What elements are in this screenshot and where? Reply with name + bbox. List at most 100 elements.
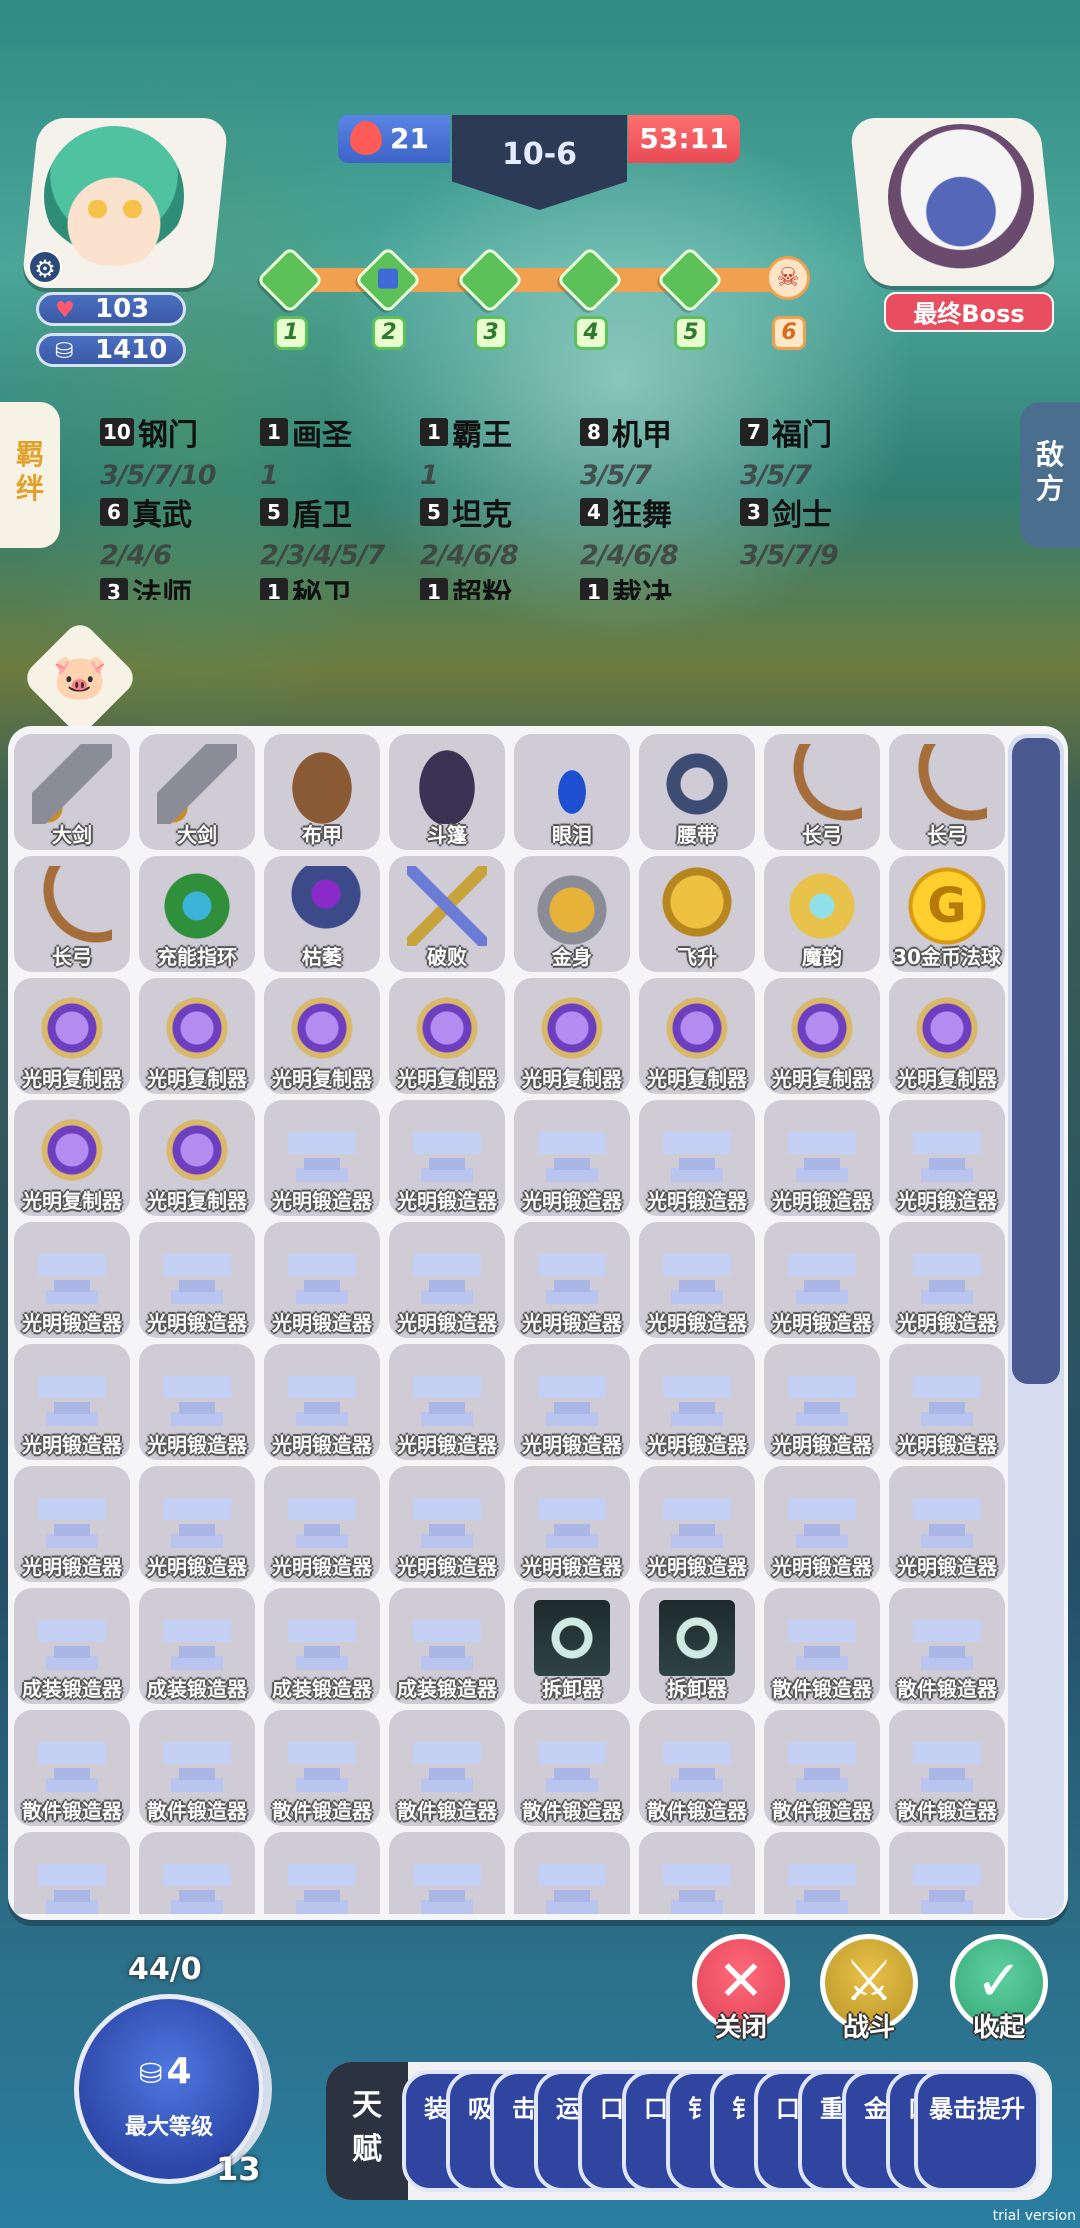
inventory-slot[interactable]: 成装锻造器 — [14, 1588, 130, 1704]
inventory-slot[interactable]: 散件锻造器 — [639, 1710, 755, 1826]
tab-synergy[interactable]: 羁绊 — [0, 402, 60, 548]
inventory-slot[interactable]: 光明锻造器 — [139, 1222, 255, 1338]
inventory-slot[interactable]: 光明锻造器 — [889, 1222, 1005, 1338]
inventory-slot[interactable]: 布甲 — [264, 734, 380, 850]
inventory-slot[interactable]: 光明锻造器 — [14, 1222, 130, 1338]
talent-card-crit-boost[interactable]: 暴击提升 — [914, 2070, 1040, 2192]
inventory-slot[interactable]: 光明锻造器 — [639, 1100, 755, 1216]
inventory-slot[interactable]: 散件锻造器 — [14, 1832, 130, 1914]
inventory-slot[interactable]: 大剑 — [139, 734, 255, 850]
inventory-slot[interactable]: 光明复制器 — [139, 978, 255, 1094]
inventory-slot[interactable]: 光明锻造器 — [639, 1344, 755, 1460]
tab-enemy[interactable]: 敌方 — [1020, 402, 1080, 548]
inventory-slot[interactable]: 散件锻造器 — [639, 1832, 755, 1914]
inventory-slot[interactable]: 光明锻造器 — [764, 1344, 880, 1460]
boss-portrait[interactable] — [849, 118, 1057, 293]
inventory-slot[interactable]: 眼泪 — [514, 734, 630, 850]
synergy-item[interactable]: 6 真武 2/4/6 — [100, 490, 270, 571]
inventory-slot[interactable]: 充能指环 — [139, 856, 255, 972]
inventory-slot[interactable]: 腰带 — [639, 734, 755, 850]
inventory-slot[interactable]: 金身 — [514, 856, 630, 972]
inventory-slot[interactable]: G 30金币法球 — [889, 856, 1005, 972]
inventory-slot[interactable]: 拆卸器 — [639, 1588, 755, 1704]
synergy-item[interactable]: 3 剑士 3/5/7/9 — [740, 490, 910, 571]
inventory-slot[interactable]: 光明复制器 — [389, 978, 505, 1094]
inventory-slot[interactable]: 光明锻造器 — [264, 1100, 380, 1216]
inventory-slot[interactable]: 光明复制器 — [14, 978, 130, 1094]
inventory-scroll-thumb[interactable] — [1012, 738, 1060, 1384]
synergy-item[interactable]: 1 霸王 1 — [420, 410, 590, 491]
inventory-slot[interactable]: 散件锻造器 — [14, 1710, 130, 1826]
inventory-slot[interactable]: 光明锻造器 — [139, 1466, 255, 1582]
inventory-slot[interactable]: 成装锻造器 — [389, 1588, 505, 1704]
settings-gear-icon[interactable]: ⚙ — [28, 250, 62, 284]
inventory-slot[interactable]: 散件锻造器 — [889, 1832, 1005, 1914]
inventory-slot[interactable]: 光明锻造器 — [514, 1344, 630, 1460]
inventory-slot[interactable]: 大剑 — [14, 734, 130, 850]
inventory-slot[interactable]: 光明锻造器 — [389, 1466, 505, 1582]
inventory-slot[interactable]: 魔韵 — [764, 856, 880, 972]
inventory-slot[interactable]: 光明锻造器 — [14, 1466, 130, 1582]
fight-button[interactable]: ⚔ 战斗 — [820, 1934, 918, 2043]
inventory-slot[interactable]: 光明复制器 — [14, 1100, 130, 1216]
inventory-slot[interactable]: 光明锻造器 — [764, 1222, 880, 1338]
inventory-slot[interactable]: 光明锻造器 — [389, 1222, 505, 1338]
inventory-slot[interactable]: 散件锻造器 — [514, 1710, 630, 1826]
inventory-slot[interactable]: 散件锻造器 — [264, 1710, 380, 1826]
synergy-item[interactable]: 8 机甲 3/5/7 — [580, 410, 750, 491]
inventory-slot[interactable]: 成装锻造器 — [264, 1588, 380, 1704]
inventory-slot[interactable]: 飞升 — [639, 856, 755, 972]
inventory-slot[interactable]: 散件锻造器 — [764, 1588, 880, 1704]
inventory-slot[interactable]: 光明锻造器 — [889, 1344, 1005, 1460]
inventory-slot[interactable]: 光明复制器 — [639, 978, 755, 1094]
inventory-slot[interactable]: 散件锻造器 — [139, 1710, 255, 1826]
inventory-slot[interactable]: 枯萎 — [264, 856, 380, 972]
synergy-item[interactable]: 7 福门 3/5/7 — [740, 410, 910, 491]
close-button[interactable]: ✕ 关闭 — [692, 1934, 790, 2043]
inventory-slot[interactable]: 长弓 — [14, 856, 130, 972]
inventory-slot[interactable]: 长弓 — [889, 734, 1005, 850]
inventory-slot[interactable]: 光明锻造器 — [514, 1100, 630, 1216]
inventory-slot[interactable]: 拆卸器 — [514, 1588, 630, 1704]
synergy-item[interactable]: 4 狂舞 2/4/6/8 — [580, 490, 750, 571]
synergy-item[interactable]: 1 画圣 1 — [260, 410, 430, 491]
inventory-slot[interactable]: 散件锻造器 — [764, 1710, 880, 1826]
inventory-slot[interactable]: 光明锻造器 — [264, 1222, 380, 1338]
inventory-slot[interactable]: 散件锻造器 — [889, 1710, 1005, 1826]
inventory-slot[interactable]: 散件锻造器 — [764, 1832, 880, 1914]
inventory-slot[interactable]: 光明锻造器 — [764, 1466, 880, 1582]
synergy-item[interactable]: 5 坦克 2/4/6/8 — [420, 490, 590, 571]
inventory-slot[interactable]: 光明复制器 — [139, 1100, 255, 1216]
synergy-item[interactable]: 1 秘卫 — [260, 570, 430, 600]
inventory-slot[interactable]: 散件锻造器 — [389, 1710, 505, 1826]
inventory-slot[interactable]: 光明锻造器 — [889, 1466, 1005, 1582]
inventory-slot[interactable]: 光明锻造器 — [764, 1100, 880, 1216]
inventory-slot[interactable]: 光明锻造器 — [14, 1344, 130, 1460]
inventory-slot[interactable]: 光明锻造器 — [639, 1222, 755, 1338]
inventory-slot[interactable]: 光明锻造器 — [514, 1222, 630, 1338]
synergy-item[interactable]: 10 钢门 3/5/7/10 — [100, 410, 270, 491]
piggy-bank-button[interactable]: 🐷 — [20, 618, 140, 738]
inventory-slot[interactable]: 散件锻造器 — [889, 1588, 1005, 1704]
synergy-item[interactable]: 1 裁决 — [580, 570, 750, 600]
inventory-slot[interactable]: 散件锻造器 — [139, 1832, 255, 1914]
inventory-slot[interactable]: 光明锻造器 — [139, 1344, 255, 1460]
inventory-slot[interactable]: 散件锻造器 — [264, 1832, 380, 1914]
inventory-slot[interactable]: 光明复制器 — [514, 978, 630, 1094]
synergy-item[interactable]: 1 超粉 — [420, 570, 590, 600]
inventory-slot[interactable]: 光明锻造器 — [264, 1344, 380, 1460]
inventory-slot[interactable]: 光明锻造器 — [389, 1100, 505, 1216]
inventory-slot[interactable]: 光明锻造器 — [639, 1466, 755, 1582]
inventory-slot[interactable]: 长弓 — [764, 734, 880, 850]
inventory-slot[interactable]: 光明锻造器 — [389, 1344, 505, 1460]
collapse-button[interactable]: ✓ 收起 — [950, 1934, 1048, 2043]
inventory-slot[interactable]: 光明锻造器 — [889, 1100, 1005, 1216]
inventory-slot[interactable]: 光明复制器 — [764, 978, 880, 1094]
inventory-slot[interactable]: 光明复制器 — [889, 978, 1005, 1094]
inventory-slot[interactable]: 成装锻造器 — [139, 1588, 255, 1704]
inventory-slot[interactable]: 光明锻造器 — [514, 1466, 630, 1582]
synergy-item[interactable]: 5 盾卫 2/3/4/5/7 — [260, 490, 430, 571]
inventory-slot[interactable]: 光明复制器 — [264, 978, 380, 1094]
inventory-slot[interactable]: 破败 — [389, 856, 505, 972]
inventory-slot[interactable]: 散件锻造器 — [514, 1832, 630, 1914]
